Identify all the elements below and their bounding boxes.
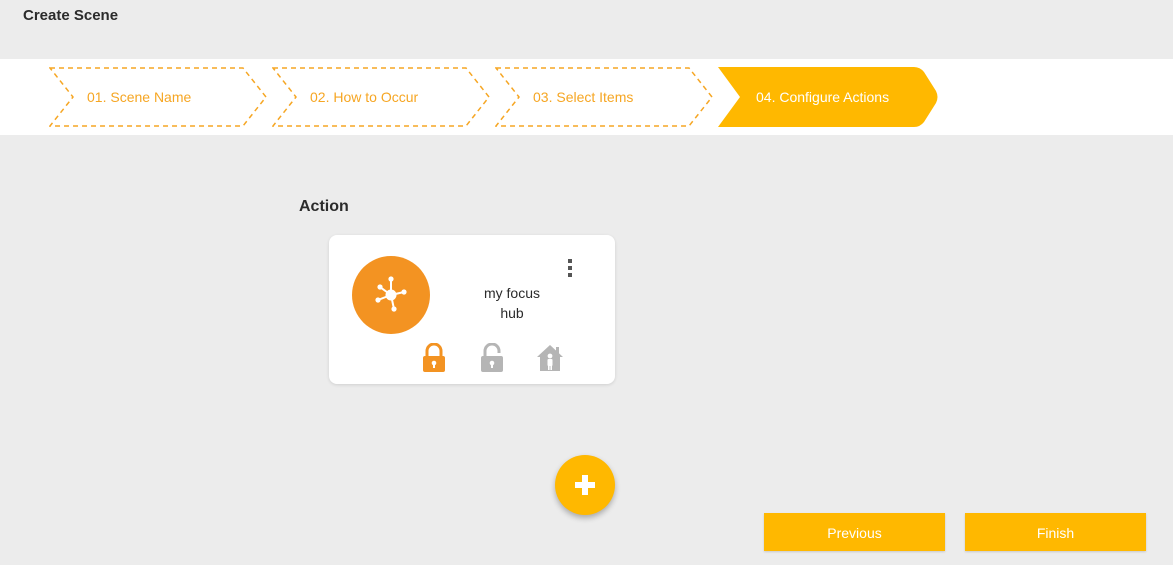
step-how-to-occur[interactable]: 02. How to Occur — [272, 67, 494, 127]
lock-icon[interactable] — [420, 342, 448, 373]
step-configure-actions[interactable]: 04. Configure Actions — [718, 67, 940, 127]
action-section-title: Action — [299, 198, 349, 215]
step-label: 01. Scene Name — [87, 89, 192, 105]
add-action-button[interactable] — [555, 455, 615, 515]
step-label: 03. Select Items — [533, 89, 634, 105]
step-label: 04. Configure Actions — [756, 89, 890, 105]
device-avatar — [352, 256, 430, 334]
step-select-items[interactable]: 03. Select Items — [495, 67, 717, 127]
previous-button[interactable]: Previous — [764, 513, 945, 551]
stepper: 01. Scene Name 02. How to Occur 03. Sele… — [0, 59, 1173, 135]
unlock-icon[interactable] — [478, 342, 506, 373]
action-card: my focus hub — [329, 235, 615, 384]
step-label: 02. How to Occur — [310, 89, 419, 105]
more-vertical-icon[interactable] — [563, 257, 577, 279]
page-title: Create Scene — [23, 7, 119, 24]
step-scene-name[interactable]: 01. Scene Name — [49, 67, 271, 127]
home-person-icon[interactable] — [536, 343, 564, 373]
finish-button[interactable]: Finish — [965, 513, 1146, 551]
device-name: my focus hub — [483, 285, 540, 321]
hub-icon — [375, 276, 407, 312]
